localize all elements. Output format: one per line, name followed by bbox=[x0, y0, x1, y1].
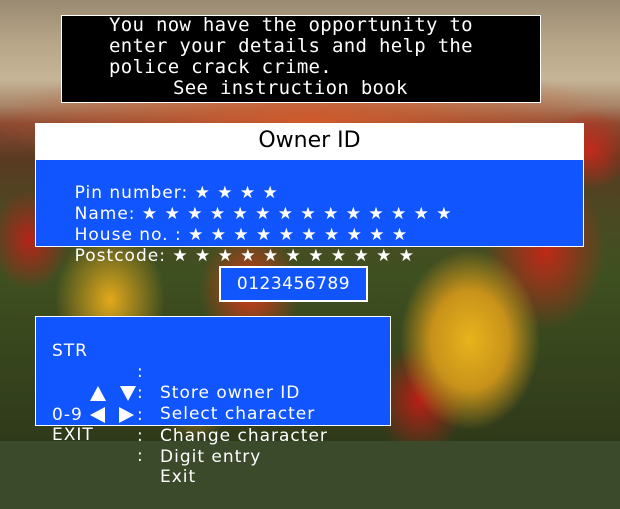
help-description: Exit bbox=[160, 467, 197, 487]
help-separator: : bbox=[137, 426, 144, 446]
help-row-store: STR : Store owner ID bbox=[52, 320, 382, 403]
info-line: See instruction book bbox=[173, 77, 408, 99]
digit-selector[interactable]: 0123456789 bbox=[219, 266, 368, 302]
help-row-exit: EXIT : Exit bbox=[52, 404, 382, 487]
info-line: enter your details and help the bbox=[109, 35, 473, 57]
info-line: You now have the opportunity to bbox=[109, 14, 473, 36]
info-message-panel: You now have the opportunity to enter yo… bbox=[61, 15, 541, 103]
info-line: police crack crime. bbox=[109, 56, 333, 78]
help-row-change: : Change character bbox=[52, 363, 382, 446]
help-description: Digit entry bbox=[160, 447, 262, 467]
help-row-select: : Select character bbox=[52, 341, 382, 424]
postcode-value[interactable]: ★ ★ ★ ★ ★ ★ ★ ★ ★ ★ ★ bbox=[172, 246, 415, 266]
key-help-panel: STR : Store owner ID : Select character … bbox=[35, 316, 391, 487]
postcode-label: Postcode: bbox=[74, 246, 166, 266]
owner-fields-panel: Pin number: ★ ★ ★ ★ Name: ★ ★ ★ ★ ★ ★ ★ … bbox=[35, 159, 584, 266]
owner-id-title: Owner ID bbox=[35, 123, 584, 159]
help-row-digit: 0-9 : Digit entry bbox=[52, 384, 382, 467]
help-description: Change character bbox=[160, 426, 328, 446]
help-key: EXIT bbox=[52, 425, 94, 445]
help-separator: : bbox=[137, 446, 144, 466]
